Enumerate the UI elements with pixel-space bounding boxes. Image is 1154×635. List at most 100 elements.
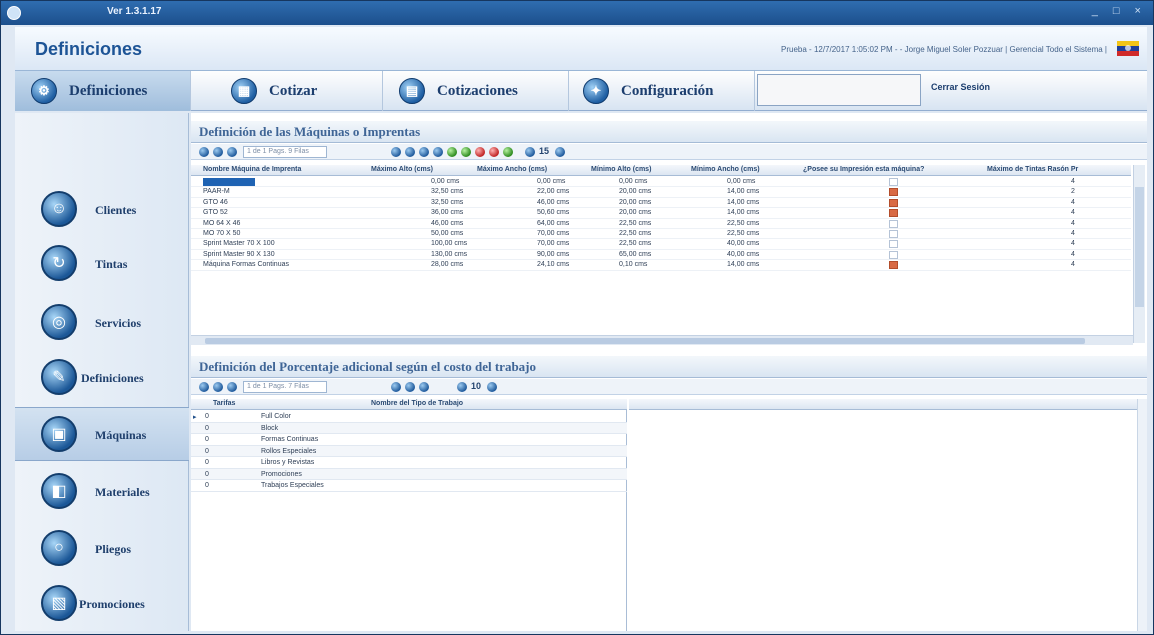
help-icon[interactable] (555, 147, 565, 157)
checkbox[interactable] (889, 219, 898, 228)
refresh-icon[interactable] (391, 147, 401, 157)
checkbox[interactable] (889, 188, 898, 197)
table-row[interactable]: 0 Rollos Especiales (191, 445, 627, 457)
table-header: Tarifas Nombre del Tipo de Trabajo (191, 399, 627, 410)
flag-icon (1117, 41, 1139, 56)
table-row[interactable]: GTO 46 32,50 cms 46,00 cms 20,00 cms 14,00 c… (191, 198, 1131, 209)
vertical-scrollbar[interactable] (1137, 399, 1147, 631)
table-cell: 20,00 cms (619, 209, 652, 217)
sidebar-item-materiales[interactable]: ◧ Materiales (15, 465, 189, 519)
table-cell: 0 (205, 459, 209, 466)
save-icon[interactable] (503, 147, 513, 157)
page-size-icon[interactable] (525, 147, 535, 157)
page-size-value[interactable]: 15 (539, 146, 549, 156)
add-icon[interactable] (447, 147, 457, 157)
sidebar-item-tintas[interactable]: ↻ Tintas (15, 237, 189, 291)
vertical-scrollbar[interactable] (1133, 165, 1145, 343)
sidebar-item-pliegos[interactable]: ○ Pliegos (15, 522, 189, 576)
table-row[interactable]: 0 Trabajos Especiales (191, 480, 627, 492)
table-cell: 0 (205, 482, 209, 489)
checkbox[interactable] (889, 261, 898, 270)
column-header[interactable]: Máximo de Tintas Rasón Pr (987, 166, 1078, 173)
page-size-icon[interactable] (457, 382, 467, 392)
table-row[interactable]: MO 70 X 50 50,00 cms 70,00 cms 22,50 cms 22,… (191, 229, 1131, 240)
prev-page-icon[interactable] (213, 382, 223, 392)
scrollbar-thumb[interactable] (205, 338, 1085, 344)
cancel-icon[interactable] (489, 147, 499, 157)
table-row[interactable]: ▸ 0 Full Color (191, 411, 627, 423)
sidebar-item-label: Tintas (95, 257, 128, 271)
prev-page-icon[interactable] (213, 147, 223, 157)
table-cell: MO 64 X 46 (203, 219, 241, 227)
calculator-icon: ▦ (231, 78, 257, 104)
column-header[interactable]: Mínimo Ancho (cms) (691, 166, 760, 173)
tab-label: Configuración (621, 82, 714, 99)
table-row[interactable]: PAAR-M 32,50 cms 22,00 cms 20,00 cms 14,00 c… (191, 187, 1131, 198)
tab-configuracion[interactable]: ✦ Configuración (569, 71, 755, 111)
sidebar-item-servicios[interactable]: ◎ Servicios (15, 296, 189, 350)
tab-cotizar[interactable]: ▦ Cotizar (191, 71, 383, 111)
sidebar-item-maquinas[interactable]: ▣ Máquinas (15, 407, 189, 461)
delete-icon[interactable] (475, 147, 485, 157)
table-row[interactable]: 0 Promociones (191, 468, 627, 480)
search-icon[interactable] (405, 147, 415, 157)
table-cell: Formas Continuas (261, 436, 319, 443)
next-page-icon[interactable] (227, 382, 237, 392)
table-cell: 0 (205, 424, 209, 432)
column-header[interactable]: Máximo Ancho (cms) (477, 166, 547, 173)
first-page-icon[interactable] (199, 382, 209, 392)
tab-cotizaciones[interactable]: ▤ Cotizaciones (383, 71, 569, 111)
help-icon[interactable] (487, 382, 497, 392)
first-page-icon[interactable] (199, 147, 209, 157)
table-cell: 4 (1071, 198, 1075, 206)
table-cell: 0,00 cms (537, 178, 566, 185)
search-icon[interactable] (405, 382, 415, 392)
table-row[interactable]: 0 Block (191, 422, 627, 434)
sort-icon[interactable] (433, 147, 443, 157)
next-page-icon[interactable] (227, 147, 237, 157)
table-cell: 65,00 cms (619, 250, 652, 258)
table-row[interactable]: Sprint Master 90 X 130 130,00 cms 90,00 cm… (191, 250, 1131, 261)
sidebar-item-clientes[interactable]: ☺ Clientes (15, 183, 189, 237)
table-row[interactable]: 0,00 cms 0,00 cms 0,00 cms 0,00 cms 4 (191, 177, 1131, 188)
checkbox[interactable] (889, 198, 898, 207)
column-header[interactable]: Mínimo Alto (cms) (591, 166, 651, 173)
refresh-icon[interactable] (391, 382, 401, 392)
checkbox[interactable] (889, 178, 898, 186)
column-header[interactable]: ¿Posee su Impresión esta máquina? (803, 166, 924, 173)
detail-panel (629, 399, 1145, 631)
table-cell: 46,00 cms (537, 198, 570, 206)
checkbox[interactable] (889, 209, 898, 218)
scrollbar-thumb[interactable] (1135, 187, 1144, 307)
filter-icon[interactable] (419, 147, 429, 157)
session-input[interactable] (757, 74, 921, 106)
column-header[interactable]: Nombre del Tipo de Trabajo (371, 400, 463, 407)
window-controls[interactable]: _ □ × (1092, 5, 1147, 17)
filter-icon[interactable] (419, 382, 429, 392)
logout-button[interactable]: Cerrar Sesión (931, 82, 990, 92)
checkbox[interactable] (889, 250, 898, 259)
column-header[interactable]: Tarifas (213, 400, 235, 407)
table-cell: MO 70 X 50 (203, 230, 241, 237)
horizontal-scrollbar[interactable] (191, 335, 1133, 345)
table-row[interactable]: 0 Libros y Revistas (191, 457, 627, 469)
table-cell: 32,50 cms (431, 188, 464, 196)
table-cell: 0 (205, 470, 209, 478)
table-row[interactable]: MO 64 X 46 46,00 cms 64,00 cms 22,50 cms 22,… (191, 219, 1131, 229)
column-header[interactable]: Máximo Alto (cms) (371, 166, 433, 173)
tab-definiciones[interactable]: ⚙ Definiciones (15, 71, 191, 111)
checkbox[interactable] (889, 230, 898, 238)
table-cell: 46,00 cms (431, 219, 464, 227)
table-cell: 0 (205, 413, 209, 420)
table-row[interactable]: GTO 52 36,00 cms 50,60 cms 20,00 cms 14,00 c… (191, 208, 1131, 219)
table-row[interactable]: 0 Formas Continuas (191, 434, 627, 446)
table-row[interactable]: Sprint Master 70 X 100 100,00 cms 70,00 cm… (191, 239, 1131, 250)
checkbox[interactable] (889, 240, 898, 249)
page-size-value[interactable]: 10 (471, 381, 481, 391)
sidebar-item-promociones[interactable]: ▧ Promociones (15, 577, 189, 631)
table-cell: 22,50 cms (619, 240, 652, 248)
column-header[interactable]: Nombre Máquina de Imprenta (203, 166, 301, 173)
edit-icon[interactable] (461, 147, 471, 157)
table-row[interactable]: Máquina Formas Continuas 28,00 cms 24,10 c… (191, 260, 1131, 271)
sidebar-item-definiciones[interactable]: ✎ Definiciones (15, 351, 189, 405)
